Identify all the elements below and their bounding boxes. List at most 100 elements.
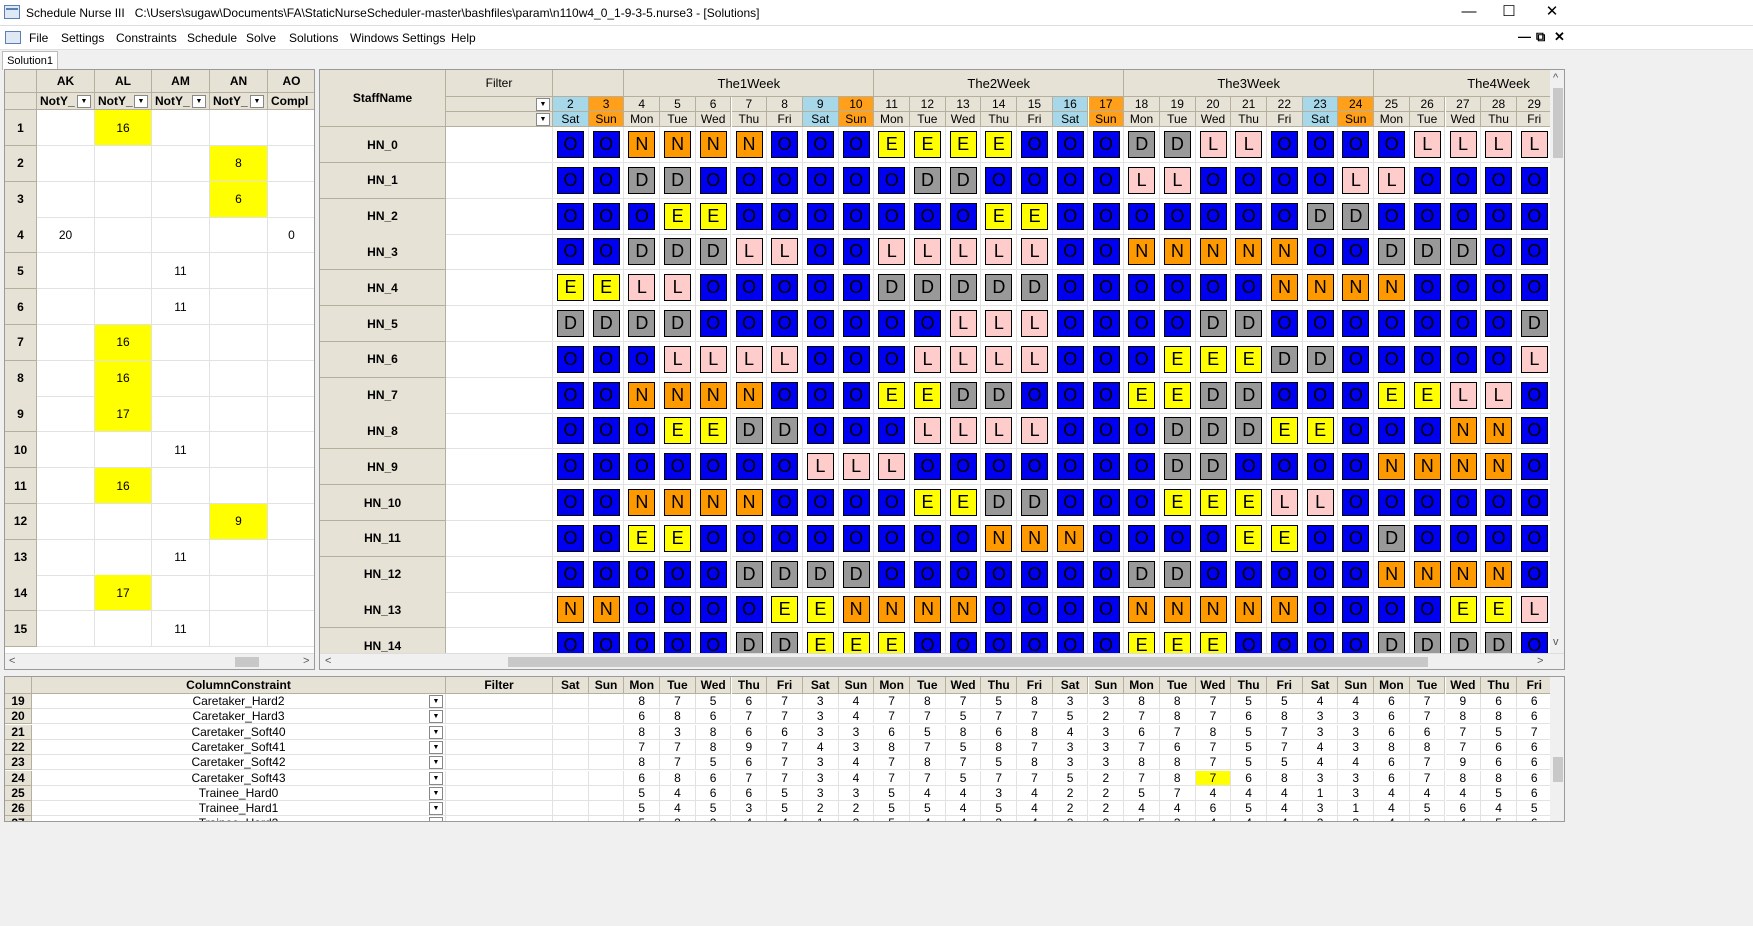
- shift-cell-O[interactable]: O: [1378, 417, 1406, 445]
- constraint-value[interactable]: 2: [1052, 785, 1089, 801]
- shift-cell-O[interactable]: O: [1520, 202, 1548, 230]
- day-header[interactable]: Mon: [1374, 677, 1410, 694]
- date-header[interactable]: 3: [588, 97, 625, 112]
- constraint-value[interactable]: 7: [1267, 739, 1303, 755]
- constraint-value[interactable]: 9: [1445, 755, 1482, 771]
- constraint-value[interactable]: 4: [1338, 755, 1375, 771]
- shift-cell-E[interactable]: E: [1306, 417, 1334, 445]
- constraint-value[interactable]: 7: [1017, 709, 1053, 725]
- shift-cell-L[interactable]: L: [985, 417, 1013, 445]
- shift-cell-O[interactable]: O: [1092, 310, 1120, 337]
- horizontal-scrollbar[interactable]: < >: [320, 653, 1564, 669]
- constraint-value[interactable]: 6: [1516, 694, 1553, 709]
- constraint-value[interactable]: 3: [838, 739, 875, 755]
- shift-cell-O[interactable]: O: [1056, 381, 1084, 409]
- shift-cell-O[interactable]: O: [1342, 381, 1370, 409]
- day-header[interactable]: Sun: [838, 677, 875, 694]
- shift-cell-N[interactable]: N: [1378, 560, 1406, 588]
- shift-cell-O[interactable]: O: [1342, 489, 1370, 516]
- shift-cell-O[interactable]: O: [557, 238, 584, 266]
- date-header[interactable]: 9: [802, 97, 839, 112]
- scrollbar-thumb[interactable]: [508, 657, 1428, 667]
- day-header[interactable]: Tue: [1159, 677, 1196, 694]
- filter-dropdown-icon[interactable]: ▼: [77, 95, 91, 108]
- shift-cell-N[interactable]: N: [1163, 596, 1191, 624]
- shift-cell-L[interactable]: L: [914, 417, 941, 445]
- shift-cell-O[interactable]: O: [1235, 560, 1263, 588]
- grid-cell[interactable]: [210, 611, 268, 648]
- constraint-value[interactable]: 4: [1374, 816, 1410, 821]
- constraint-value[interactable]: 5: [1267, 755, 1303, 771]
- shift-cell-E[interactable]: E: [914, 489, 941, 516]
- constraint-value[interactable]: 3: [1088, 694, 1125, 709]
- shift-cell-D[interactable]: D: [1306, 202, 1334, 230]
- constraint-value[interactable]: 6: [1516, 785, 1553, 801]
- week-header[interactable]: The1Week: [624, 70, 875, 97]
- shift-cell-O[interactable]: O: [949, 524, 977, 552]
- row-header[interactable]: 3: [5, 181, 37, 218]
- constraint-value[interactable]: 5: [945, 739, 982, 755]
- day-header[interactable]: Mon: [624, 677, 661, 694]
- shift-cell-E[interactable]: E: [1163, 489, 1191, 516]
- shift-cell-O[interactable]: O: [842, 345, 870, 373]
- constraint-value[interactable]: 8: [1445, 770, 1482, 786]
- constraint-value[interactable]: 8: [1017, 755, 1053, 771]
- constraint-value[interactable]: [588, 694, 625, 709]
- shift-cell-O[interactable]: O: [664, 596, 692, 624]
- shift-cell-O[interactable]: O: [806, 417, 834, 445]
- row-header[interactable]: 7: [5, 324, 37, 361]
- shift-cell-D[interactable]: D: [949, 381, 977, 409]
- shift-cell-D[interactable]: D: [1163, 417, 1191, 445]
- shift-cell-D[interactable]: D: [1163, 131, 1191, 158]
- row-header[interactable]: 9: [5, 396, 37, 433]
- constraint-value[interactable]: 4: [838, 770, 875, 786]
- constraint-value[interactable]: 4: [1445, 785, 1482, 801]
- day-header[interactable]: Sun: [1088, 112, 1125, 127]
- shift-cell-O[interactable]: O: [914, 310, 941, 337]
- constraint-value[interactable]: 4: [910, 785, 946, 801]
- row-header[interactable]: 25: [5, 785, 32, 801]
- constraint-value[interactable]: 4: [1017, 785, 1053, 801]
- date-header[interactable]: 15: [1017, 97, 1053, 112]
- constraint-value[interactable]: [588, 801, 625, 817]
- constraint-value[interactable]: 7: [767, 770, 803, 786]
- constraint-value[interactable]: 3: [1338, 816, 1375, 821]
- date-header[interactable]: 16: [1052, 97, 1089, 112]
- shift-cell-E[interactable]: E: [1199, 345, 1227, 373]
- grid-cell[interactable]: [37, 360, 95, 397]
- shift-cell-O[interactable]: O: [806, 489, 834, 516]
- constraint-value[interactable]: 8: [1159, 770, 1196, 786]
- shift-cell-O[interactable]: O: [1199, 166, 1227, 194]
- shift-cell-O[interactable]: O: [1413, 166, 1441, 194]
- shift-cell-D[interactable]: D: [842, 560, 870, 588]
- shift-cell-O[interactable]: O: [1342, 417, 1370, 445]
- shift-cell-N[interactable]: N: [842, 596, 870, 624]
- shift-cell-L[interactable]: L: [735, 345, 763, 373]
- shift-cell-O[interactable]: O: [1449, 489, 1477, 516]
- shift-cell-O[interactable]: O: [914, 202, 941, 230]
- shift-cell-L[interactable]: L: [735, 238, 763, 266]
- shift-cell-E[interactable]: E: [949, 131, 977, 158]
- scroll-right-icon[interactable]: >: [1537, 655, 1543, 667]
- constraint-value[interactable]: 4: [1481, 801, 1517, 817]
- shift-cell-E[interactable]: E: [914, 131, 941, 158]
- constraint-value[interactable]: 4: [838, 709, 875, 725]
- shift-cell-O[interactable]: O: [1520, 417, 1548, 445]
- week-header[interactable]: The4Week: [1374, 70, 1564, 97]
- day-header[interactable]: Fri: [767, 677, 803, 694]
- shift-cell-O[interactable]: O: [1092, 274, 1120, 302]
- constraint-value[interactable]: 6: [767, 724, 803, 740]
- shift-cell-E[interactable]: E: [1163, 345, 1191, 373]
- menu-file[interactable]: File: [29, 31, 48, 45]
- row-header[interactable]: 26: [5, 801, 32, 817]
- constraint-value[interactable]: 5: [1052, 770, 1089, 786]
- grid-cell[interactable]: 11: [152, 432, 210, 469]
- constraint-value[interactable]: 5: [1481, 724, 1517, 740]
- date-header[interactable]: 20: [1195, 97, 1232, 112]
- grid-cell[interactable]: [95, 145, 152, 182]
- shift-cell-L[interactable]: L: [1520, 131, 1548, 158]
- grid-cell[interactable]: [268, 611, 314, 648]
- shift-cell-O[interactable]: O: [1342, 524, 1370, 552]
- constraint-value[interactable]: 1: [1338, 801, 1375, 817]
- shift-cell-O[interactable]: O: [1306, 524, 1334, 552]
